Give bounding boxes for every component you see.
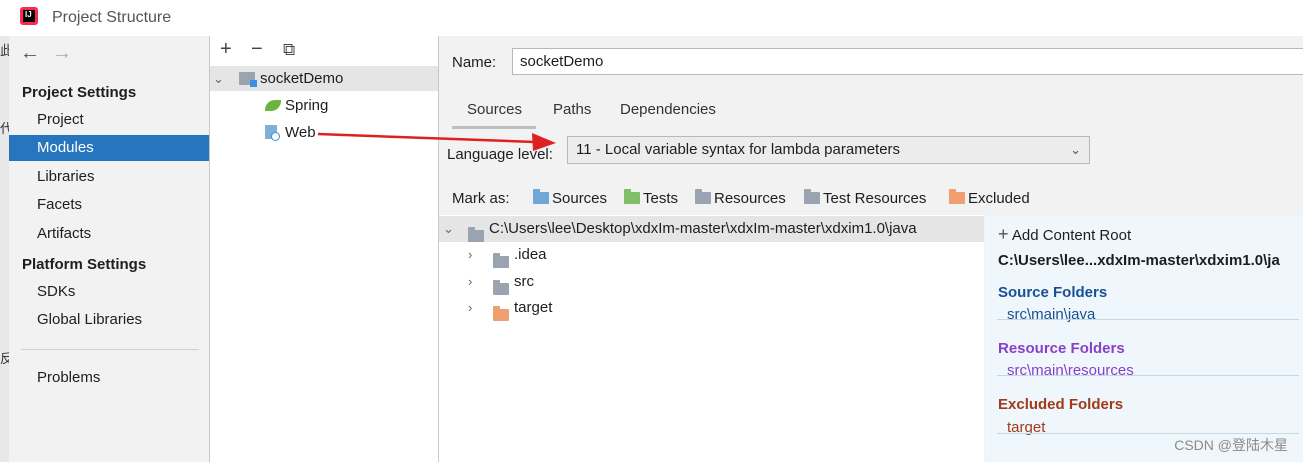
annotation-arrow xyxy=(317,132,556,151)
watermark: CSDN @登陆木星 xyxy=(1174,437,1288,453)
annotation-arrow-line xyxy=(317,132,536,144)
annotation-arrow-head xyxy=(532,133,556,151)
